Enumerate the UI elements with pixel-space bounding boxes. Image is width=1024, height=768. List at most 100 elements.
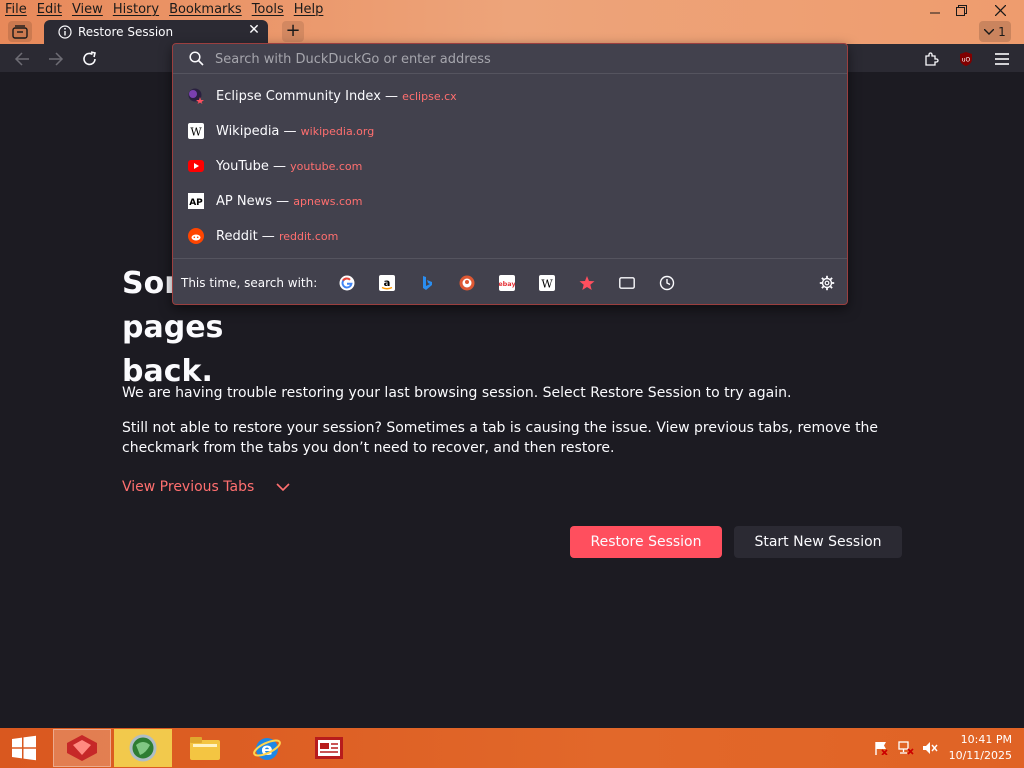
suggestion-separator: — — [272, 193, 294, 209]
star-icon — [579, 276, 595, 290]
taskbar-firefox-app[interactable] — [53, 729, 111, 767]
youtube-favicon — [188, 158, 204, 174]
browser-app-icon — [67, 735, 97, 761]
start-new-session-button[interactable]: Start New Session — [734, 526, 902, 558]
amazon-search-button[interactable]: a — [378, 274, 396, 292]
suggestion-url: reddit.com — [278, 229, 339, 243]
clock-icon — [659, 275, 675, 291]
folder-icon — [190, 737, 220, 760]
taskbar: e 10:41 PM 10/11/2025 — [0, 728, 1024, 768]
tab-close-button[interactable]: ✕ — [246, 22, 262, 38]
hamburger-menu-icon — [995, 53, 1009, 65]
speaker-muted-icon — [923, 742, 938, 754]
suggestion-url: apnews.com — [293, 194, 363, 208]
address-input[interactable] — [215, 50, 815, 68]
ebay-icon: ebay — [499, 275, 515, 291]
menu-history[interactable]: History — [108, 0, 164, 20]
new-tab-button[interactable]: + — [282, 21, 304, 42]
suggestion-title: YouTube — [216, 158, 269, 174]
close-window-button[interactable] — [980, 0, 1020, 20]
puzzle-icon — [925, 52, 939, 66]
one-off-search-bar: This time, search with: a ebay W — [173, 258, 847, 306]
eclipse-favicon — [188, 88, 204, 104]
chevron-down-icon — [276, 483, 290, 491]
menu-edit[interactable]: Edit — [32, 0, 67, 20]
info-icon — [58, 25, 72, 39]
back-button[interactable] — [11, 48, 33, 70]
start-button[interactable] — [0, 729, 48, 767]
reload-button[interactable] — [79, 48, 101, 70]
suggestion-title: Eclipse Community Index — [216, 88, 381, 104]
menu-bookmarks[interactable]: Bookmarks — [164, 0, 247, 20]
close-icon — [994, 4, 1006, 16]
restore-session-button[interactable]: Restore Session — [570, 526, 722, 558]
view-previous-tabs-toggle[interactable]: View Previous Tabs — [122, 479, 290, 495]
volume-control[interactable] — [922, 740, 938, 756]
bing-icon — [423, 276, 432, 290]
network-icon — [898, 741, 914, 755]
reload-icon — [83, 51, 96, 66]
action-center-flag[interactable] — [873, 740, 889, 756]
menu-view[interactable]: View — [67, 0, 108, 20]
flag-icon — [875, 742, 888, 755]
menu-file[interactable]: File — [0, 0, 32, 20]
system-clock[interactable]: 10:41 PM 10/11/2025 — [949, 732, 1012, 764]
menu-tools[interactable]: Tools — [247, 0, 289, 20]
tabs-search-button[interactable] — [618, 274, 636, 292]
clock-date: 10/11/2025 — [948, 749, 1012, 762]
suggestion-separator: — — [279, 123, 301, 139]
back-arrow-icon — [14, 52, 29, 66]
search-settings-button[interactable] — [818, 274, 836, 292]
suggestion-reddit[interactable]: Reddit — reddit.com — [173, 219, 847, 253]
suggestion-wikipedia[interactable]: W Wikipedia — wikipedia.org — [173, 114, 847, 148]
ebay-search-button[interactable]: ebay — [498, 274, 516, 292]
tab-list-button[interactable]: 1 — [979, 21, 1011, 42]
wikipedia-search-button[interactable]: W — [538, 274, 556, 292]
windows-logo-icon — [12, 735, 36, 761]
taskbar-globe-app[interactable] — [114, 729, 172, 767]
forward-arrow-icon — [49, 52, 64, 66]
suggestion-separator: — — [268, 158, 291, 174]
duckduckgo-search-button[interactable] — [458, 274, 476, 292]
bing-search-button[interactable] — [418, 274, 436, 292]
chevron-down-icon — [984, 28, 995, 35]
taskbar-file-explorer[interactable] — [176, 729, 234, 767]
firefox-view-button[interactable] — [8, 21, 32, 42]
svg-text:a: a — [384, 278, 391, 289]
app-menu-button[interactable] — [991, 48, 1013, 70]
forward-button[interactable] — [45, 48, 67, 70]
bookmarks-search-button[interactable] — [578, 274, 596, 292]
history-search-button[interactable] — [658, 274, 676, 292]
ublock-origin-button[interactable]: uO — [955, 48, 977, 70]
wikipedia-icon: W — [539, 275, 555, 291]
menu-help[interactable]: Help — [289, 0, 329, 20]
suggestion-separator: — — [257, 228, 279, 244]
suggestion-url: youtube.com — [290, 159, 363, 173]
restore-window-button[interactable] — [944, 0, 978, 20]
suggestion-separator: — — [380, 88, 403, 104]
suggestion-title: AP News — [216, 193, 272, 209]
clock-time: 10:41 PM — [960, 733, 1012, 746]
taskbar-news-app[interactable] — [300, 729, 358, 767]
address-bar — [173, 44, 847, 74]
gear-icon — [819, 275, 835, 291]
suggestion-apnews[interactable]: AP AP News — apnews.com — [173, 184, 847, 218]
suggestion-title: Wikipedia — [216, 123, 280, 139]
restore-window-icon — [955, 4, 967, 16]
tab-restore-session[interactable]: Restore Session ✕ — [44, 20, 268, 44]
view-previous-tabs-label: View Previous Tabs — [122, 479, 255, 495]
network-status[interactable] — [898, 740, 914, 756]
extensions-button[interactable] — [920, 48, 942, 70]
suggestion-eclipse[interactable]: Eclipse Community Index — eclipse.cx — [173, 79, 847, 113]
duckduckgo-icon — [459, 275, 475, 291]
restore-description: We are having trouble restoring your las… — [122, 385, 792, 401]
google-search-button[interactable] — [338, 274, 356, 292]
minimize-icon — [930, 12, 940, 14]
suggestion-title: Reddit — [216, 228, 258, 244]
reddit-favicon — [188, 228, 204, 244]
ublock-shield-icon: uO — [960, 52, 972, 66]
taskbar-internet-explorer[interactable]: e — [238, 729, 296, 767]
tab-count: 1 — [998, 24, 1006, 39]
suggestion-youtube[interactable]: YouTube — youtube.com — [173, 149, 847, 183]
amazon-icon: a — [379, 275, 395, 291]
